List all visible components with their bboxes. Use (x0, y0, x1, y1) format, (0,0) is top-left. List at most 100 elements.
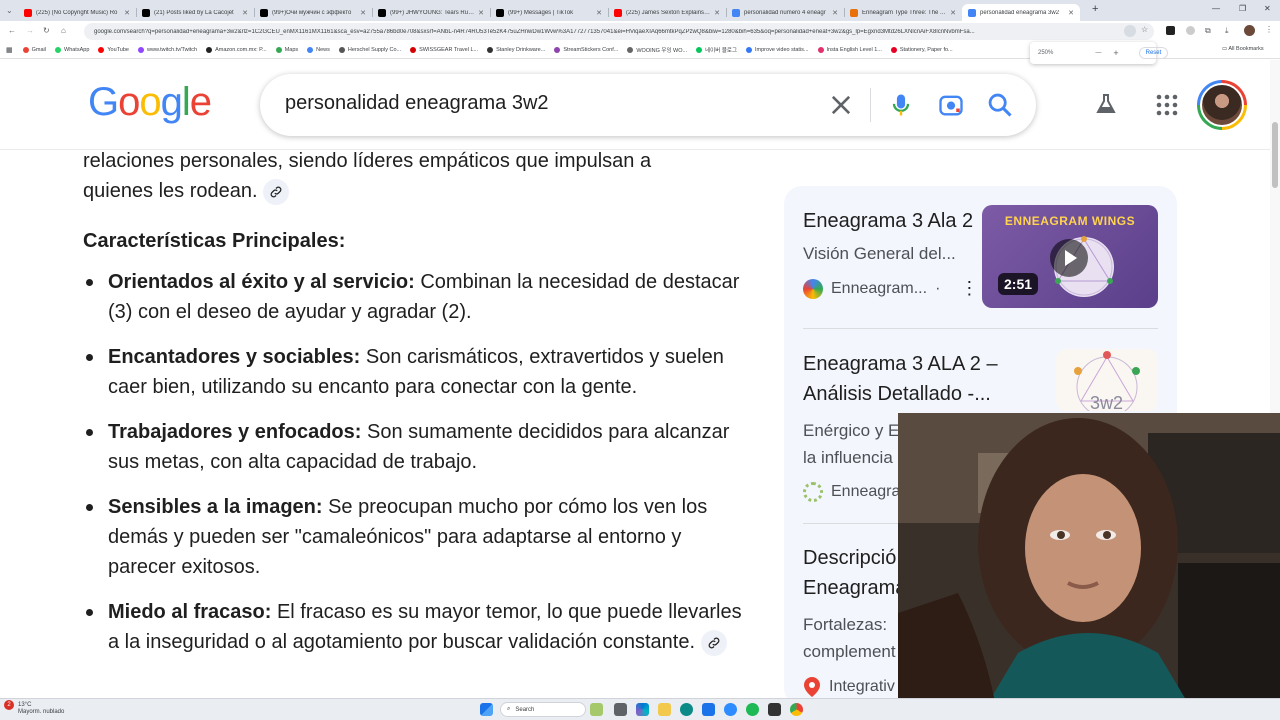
tab-close-icon[interactable]: ✕ (596, 9, 602, 17)
spotify-icon[interactable] (746, 703, 759, 716)
tab-title: Enneagram Type Three: The Ac (862, 9, 947, 16)
copilot-icon[interactable] (636, 703, 649, 716)
browser-tab[interactable]: (99+)Очи мужчин с эффекто ✕ (254, 4, 372, 21)
edge-icon[interactable] (680, 703, 693, 716)
play-button[interactable] (1050, 239, 1088, 277)
taskbar-search[interactable]: ⌕ Search (500, 702, 586, 717)
zoom-in-button[interactable]: + (1113, 48, 1118, 58)
bookmark-item[interactable]: SWISSGEAR Travel L... (410, 46, 478, 54)
forward-icon[interactable]: → (26, 26, 34, 35)
bookmark-item[interactable]: Gmail (22, 46, 46, 54)
search-input[interactable]: personalidad eneagrama 3w2 (285, 92, 549, 115)
more-options-icon[interactable]: ⋮ (960, 278, 978, 299)
bookmark-item[interactable]: News (307, 46, 330, 54)
bookmark-favicon-icon (98, 47, 105, 53)
task-view-icon[interactable] (614, 703, 627, 716)
menu-dots-icon[interactable]: ⋮ (1265, 25, 1273, 34)
zoom-out-button[interactable]: — (1095, 50, 1101, 56)
toolbar: ← → ↻ ⌂ google.com/search?q=personalidad… (0, 21, 1280, 42)
bookmark-item[interactable]: Maps (275, 46, 298, 54)
extension-icon[interactable] (1166, 26, 1175, 35)
zoom-reset-button[interactable]: Reset (1138, 47, 1169, 59)
bookmark-item[interactable]: 네이버 블로그 (696, 46, 737, 54)
tab-close-icon[interactable]: ✕ (950, 9, 956, 17)
search-icon[interactable] (986, 91, 1014, 119)
tab-close-icon[interactable]: ✕ (832, 9, 838, 17)
browser-tab[interactable]: (99+) JHWYOUNG: Tears Run D ✕ (372, 4, 490, 21)
home-icon[interactable]: ⌂ (61, 26, 66, 35)
all-bookmarks-button[interactable]: ▭ All Bookmarks (1222, 46, 1264, 52)
bookmark-item[interactable]: Improve video statis... (746, 46, 809, 54)
bookmark-item[interactable]: www.twitch.tv/Twitch (138, 46, 197, 54)
logo-letter: o (139, 80, 161, 124)
bookmark-item[interactable]: StreamStickers Conf... (554, 46, 618, 54)
apps-grid-icon[interactable] (1156, 94, 1178, 116)
browser-tab[interactable]: Enneagram Type Three: The Ac ✕ (844, 4, 962, 21)
scrollbar-thumb[interactable] (1272, 122, 1278, 188)
bookmark-item[interactable]: Insta English Level 1... (817, 46, 882, 54)
zoom-app-icon[interactable] (724, 703, 737, 716)
tab-search-icon[interactable]: ⌄ (6, 6, 13, 15)
source-link-button[interactable] (263, 178, 290, 205)
downloads-icon[interactable]: ⤓ (1225, 26, 1229, 36)
tab-close-icon[interactable]: ✕ (360, 9, 366, 17)
tab-favicon-icon (614, 8, 622, 17)
weather-widget[interactable]: 13°C Mayorm. nublado (18, 702, 64, 716)
tab-close-icon[interactable]: ✕ (478, 9, 484, 17)
bookmark-item[interactable]: WhatsApp (55, 46, 89, 54)
lens-icon[interactable] (937, 91, 965, 119)
bookmark-item[interactable]: Herschel Supply Co... (338, 46, 401, 54)
new-tab-button[interactable]: + (1092, 3, 1098, 15)
bookmark-label: Stationery, Paper fo... (899, 47, 953, 53)
browser-tab[interactable]: personalidad numero 4 eneagr ✕ (726, 4, 844, 21)
browser-tab[interactable]: (225) (No Copyright Music) Ro ✕ (18, 4, 136, 21)
store-icon[interactable] (702, 703, 715, 716)
zoom-popup: 250% — + Reset (1030, 42, 1169, 64)
browser-tab[interactable]: (21) Posts liked by La Cacojet ✕ (136, 4, 254, 21)
tab-close-icon[interactable]: ✕ (1068, 9, 1074, 17)
bookmark-item[interactable]: Amazon.com.mx: P... (206, 46, 267, 54)
browser-tab[interactable]: personalidad eneagrama 3w2 ✕ (962, 4, 1080, 21)
location-pin-icon (804, 677, 820, 697)
tab-close-icon[interactable]: ✕ (714, 9, 720, 17)
address-bar[interactable]: google.com/search?q=personalidad+eneagra… (84, 23, 1154, 40)
labs-flask-icon[interactable] (1094, 92, 1118, 116)
start-icon[interactable] (480, 703, 493, 716)
source-separator: · (935, 279, 941, 297)
tab-favicon-icon (732, 8, 740, 17)
bookmark-item[interactable]: YouTube (98, 46, 129, 54)
app-icon[interactable] (768, 703, 781, 716)
tab-close-icon[interactable]: ✕ (242, 9, 248, 17)
article-thumbnail[interactable]: 3w2 (1056, 349, 1158, 411)
bookmark-item[interactable]: Stationery, Paper fo... (890, 46, 953, 54)
google-logo[interactable]: Google (88, 80, 212, 125)
bookmark-item[interactable]: Stanley Drinkware... (487, 46, 545, 54)
tab-close-icon[interactable]: ✕ (124, 9, 130, 17)
extensions-puzzle-icon[interactable]: ⧉ (1205, 26, 1211, 36)
apps-grid-icon[interactable]: ▦ (6, 46, 13, 54)
browser-tab[interactable]: (99+) Messages | TikTok ✕ (490, 4, 608, 21)
maximize-icon[interactable]: ❐ (1239, 4, 1246, 13)
bookmark-label: WhatsApp (64, 47, 90, 53)
extension-icon-2[interactable] (1186, 26, 1195, 35)
reload-icon[interactable]: ↻ (43, 26, 50, 35)
search-box[interactable]: personalidad eneagrama 3w2 (260, 74, 1036, 136)
bookmark-star-icon[interactable]: ☆ (1141, 25, 1148, 34)
browser-tab[interactable]: (225) James Sexton Explains M ✕ (608, 4, 726, 21)
minimize-icon[interactable]: — (1212, 4, 1220, 13)
profile-avatar-icon[interactable] (1244, 25, 1255, 36)
voice-search-icon[interactable] (887, 91, 915, 119)
bookmark-label: YouTube (107, 47, 129, 53)
zoom-icon[interactable] (1124, 25, 1136, 37)
widgets-icon[interactable] (590, 703, 603, 716)
chrome-icon[interactable] (790, 703, 803, 716)
item-label: Miedo al fracaso: (108, 601, 272, 623)
close-window-icon[interactable]: ✕ (1264, 4, 1271, 13)
bookmark-item[interactable]: WOOING 우잉 WO... (627, 46, 687, 54)
account-avatar[interactable] (1197, 80, 1247, 130)
clear-icon[interactable] (827, 91, 855, 119)
back-icon[interactable]: ← (8, 26, 16, 35)
file-explorer-icon[interactable] (658, 703, 671, 716)
source-link-button[interactable] (700, 629, 727, 656)
video-thumbnail[interactable]: ENNEAGRAM WINGS 2:51 (982, 205, 1158, 308)
